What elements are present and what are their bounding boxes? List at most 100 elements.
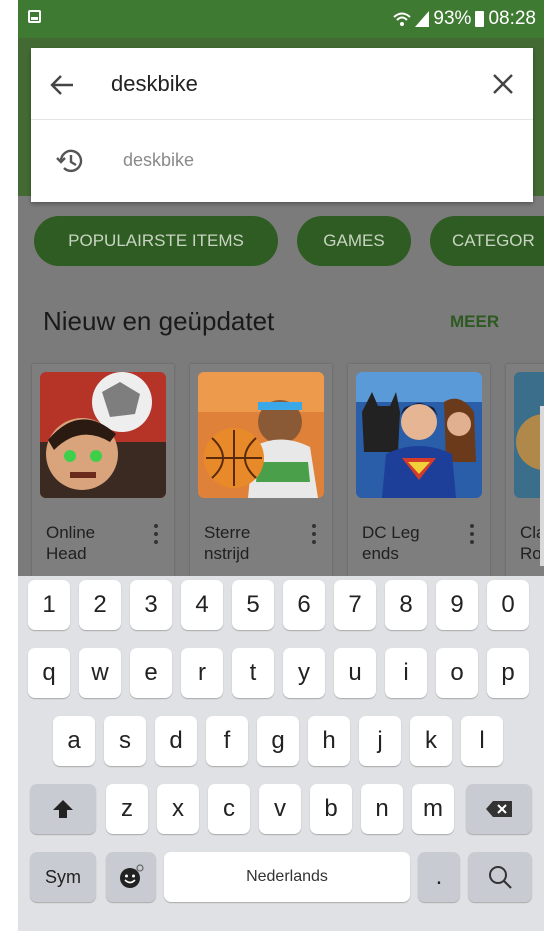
- app-card[interactable]: Cla Ro: [506, 364, 544, 604]
- key-label: 3: [144, 591, 158, 618]
- key-label: w: [91, 659, 109, 686]
- chip-label: CATEGOR: [452, 231, 535, 250]
- status-bar: 93% 08:28: [18, 0, 544, 38]
- key-c[interactable]: c: [208, 784, 250, 834]
- clock: 08:28: [488, 8, 536, 29]
- key-label: d: [169, 727, 183, 754]
- key-7[interactable]: 7: [334, 580, 376, 630]
- key-l[interactable]: l: [461, 716, 503, 766]
- key-d[interactable]: d: [155, 716, 197, 766]
- key-5[interactable]: 5: [232, 580, 274, 630]
- key-label: v: [274, 795, 286, 822]
- key-q[interactable]: q: [28, 648, 70, 698]
- battery-icon: [475, 11, 485, 27]
- app-name: DC Leg ends: [362, 522, 462, 564]
- key-i[interactable]: i: [385, 648, 427, 698]
- emoji-icon: [120, 864, 144, 888]
- chip-label: GAMES: [323, 231, 385, 250]
- key-n[interactable]: n: [361, 784, 403, 834]
- app-card[interactable]: Online Head: [32, 364, 174, 604]
- key-label: c: [223, 795, 235, 822]
- key-label: p: [501, 659, 515, 686]
- app-name-line: Head: [46, 544, 87, 563]
- key-r[interactable]: r: [181, 648, 223, 698]
- key-8[interactable]: 8: [385, 580, 427, 630]
- app-card[interactable]: DC Leg ends: [348, 364, 490, 604]
- overflow-menu-icon[interactable]: [154, 524, 158, 544]
- overflow-menu-icon[interactable]: [470, 524, 474, 544]
- key-label: Sym: [45, 866, 81, 887]
- key-b[interactable]: b: [310, 784, 352, 834]
- key-v[interactable]: v: [259, 784, 301, 834]
- key-4[interactable]: 4: [181, 580, 223, 630]
- key-j[interactable]: j: [359, 716, 401, 766]
- key-x[interactable]: x: [157, 784, 199, 834]
- overflow-menu-icon[interactable]: [312, 524, 316, 544]
- search-panel: deskbike: [31, 48, 533, 202]
- sym-key[interactable]: Sym: [30, 852, 96, 902]
- key-k[interactable]: k: [410, 716, 452, 766]
- app-card[interactable]: Sterre nstrijd: [190, 364, 332, 604]
- key-label: 0: [501, 591, 515, 618]
- app-name-line: Sterre: [204, 523, 251, 542]
- key-f[interactable]: f: [206, 716, 248, 766]
- search-suggestion[interactable]: deskbike: [31, 120, 533, 202]
- key-6[interactable]: 6: [283, 580, 325, 630]
- history-icon: [56, 149, 83, 173]
- key-t[interactable]: t: [232, 648, 274, 698]
- phone-screen: 93% 08:28 POPULAIRSTE ITEMS GAMES CATEGO…: [18, 0, 544, 931]
- key-9[interactable]: 9: [436, 580, 478, 630]
- key-label: b: [324, 795, 338, 822]
- app-name-line: ends: [362, 544, 399, 563]
- key-p[interactable]: p: [487, 648, 529, 698]
- app-name-line: Online: [46, 523, 96, 542]
- key-g[interactable]: g: [257, 716, 299, 766]
- key-1[interactable]: 1: [28, 580, 70, 630]
- search-key[interactable]: [468, 852, 532, 902]
- app-name-line: Ro: [520, 544, 542, 563]
- key-w[interactable]: w: [79, 648, 121, 698]
- backspace-icon: [486, 801, 512, 817]
- battery-percent: 93%: [433, 8, 472, 29]
- key-label: 4: [195, 591, 209, 618]
- shift-key[interactable]: [30, 784, 96, 834]
- wifi-icon: [393, 12, 412, 26]
- key-o[interactable]: o: [436, 648, 478, 698]
- emoji-key[interactable]: [106, 852, 156, 902]
- back-arrow-icon[interactable]: [49, 72, 75, 98]
- key-3[interactable]: 3: [130, 580, 172, 630]
- key-label: .: [435, 863, 443, 890]
- key-m[interactable]: m: [412, 784, 454, 834]
- onscreen-keyboard: 1 2 3 4 5 6 7 8 9 0 q w e r t y u i o p …: [18, 576, 544, 931]
- app-icon-sterrenstrijd: [198, 372, 324, 498]
- period-key[interactable]: .: [418, 852, 460, 902]
- key-y[interactable]: y: [283, 648, 325, 698]
- key-label: i: [403, 659, 409, 686]
- key-label: 6: [297, 591, 311, 618]
- signal-icon: [415, 11, 430, 27]
- close-icon[interactable]: [491, 72, 515, 96]
- key-u[interactable]: u: [334, 648, 376, 698]
- chip-label: POPULAIRSTE ITEMS: [68, 231, 244, 250]
- search-icon: [489, 866, 512, 889]
- key-z[interactable]: z: [106, 784, 148, 834]
- key-label: q: [42, 659, 56, 686]
- key-label: g: [271, 727, 285, 754]
- key-label: j: [377, 727, 383, 754]
- app-name: Online Head: [46, 522, 146, 564]
- key-0[interactable]: 0: [487, 580, 529, 630]
- chip-games[interactable]: GAMES: [297, 216, 411, 266]
- key-label: u: [348, 659, 362, 686]
- chip-categories[interactable]: CATEGOR: [430, 216, 544, 266]
- key-s[interactable]: s: [104, 716, 146, 766]
- key-label: z: [121, 795, 133, 822]
- more-link[interactable]: MEER: [450, 312, 499, 332]
- chip-popular-items[interactable]: POPULAIRSTE ITEMS: [34, 216, 278, 266]
- space-bar[interactable]: Nederlands: [164, 852, 410, 902]
- backspace-key[interactable]: [466, 784, 532, 834]
- key-2[interactable]: 2: [79, 580, 121, 630]
- key-h[interactable]: h: [308, 716, 350, 766]
- key-a[interactable]: a: [53, 716, 95, 766]
- key-e[interactable]: e: [130, 648, 172, 698]
- search-input[interactable]: [111, 68, 451, 100]
